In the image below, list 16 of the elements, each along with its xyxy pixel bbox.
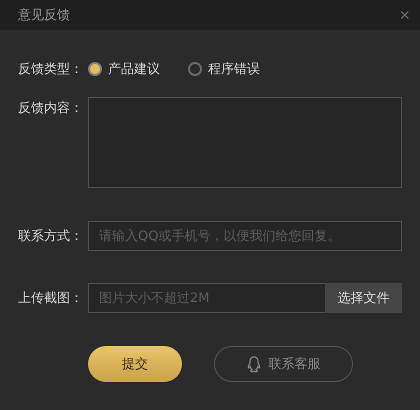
field-label: 反馈内容：: [18, 100, 84, 117]
radio-label[interactable]: 程序错误: [208, 60, 260, 78]
contact-service-button[interactable]: 联系客服: [214, 346, 353, 382]
window-title: 意见反馈: [18, 7, 70, 24]
submit-button[interactable]: 提交: [88, 346, 182, 382]
content-field[interactable]: [88, 97, 402, 188]
radio-button[interactable]: [88, 62, 102, 76]
radio-button[interactable]: [188, 62, 202, 76]
choose-file-button[interactable]: 选择文件: [325, 283, 402, 313]
penguin-icon: [246, 356, 260, 372]
contact-field[interactable]: 请输入QQ或手机号，以便我们给您回复。: [88, 221, 402, 251]
field-label: 上传截图：: [18, 290, 84, 307]
field-label: 联系方式：: [18, 228, 84, 245]
field-label: 反馈类型：: [18, 61, 84, 78]
radio-label[interactable]: 产品建议: [108, 60, 160, 78]
file-field[interactable]: 图片大小不超过2M: [88, 283, 325, 313]
